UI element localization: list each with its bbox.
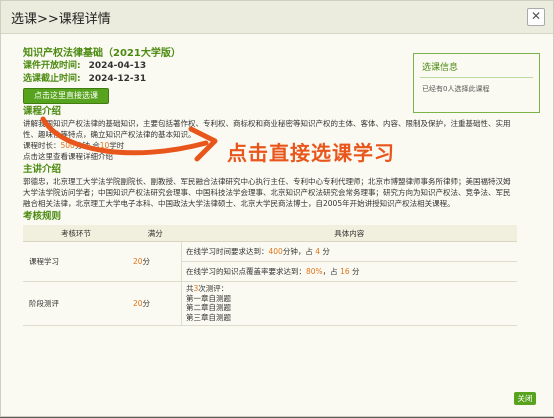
annotation-callout: 点击直接选课学习 bbox=[227, 141, 395, 165]
close-button[interactable]: 关闭 bbox=[514, 392, 536, 405]
course-detail-dialog: 选课>>课程详情 ✕ 知识产权法律基础（2021大学版） 课件开放时间: 2024… bbox=[0, 0, 554, 417]
annotation-arrow-icon bbox=[40, 116, 218, 162]
